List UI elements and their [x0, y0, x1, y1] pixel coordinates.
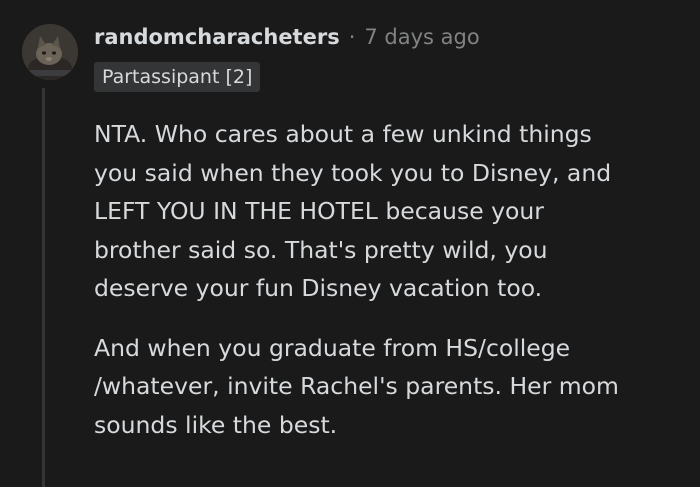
comment-line: /whatever, invite Rachel's parents. Her … [94, 372, 619, 400]
comment-line: deserve your fun Disney vacation too. [94, 274, 543, 302]
username-link[interactable]: randomcharacheters [94, 25, 340, 49]
comment-line: you said when they took you to Disney, a… [94, 158, 612, 187]
comment-line: And when you graduate from HS/college [94, 333, 571, 362]
comment-header: randomcharacheters · 7 days ago [94, 20, 480, 54]
comment: randomcharacheters · 7 days ago Partassi… [0, 0, 700, 487]
comment-paragraph: And when you graduate from HS/college /w… [94, 329, 684, 445]
cat-avatar-icon [22, 24, 78, 80]
comment-timestamp[interactable]: 7 days ago [364, 25, 479, 49]
comment-line: sounds like the best. [94, 410, 338, 439]
thread-collapse-line[interactable] [42, 88, 45, 487]
comment-body: NTA. Who cares about a few unkind things… [94, 115, 684, 444]
comment-line: brother said so. That's pretty wild, you [94, 235, 548, 264]
meta-separator: · [348, 25, 356, 49]
user-avatar[interactable] [22, 24, 78, 80]
comment-paragraph: NTA. Who cares about a few unkind things… [94, 115, 684, 308]
user-flair: Partassipant [2] [94, 62, 261, 92]
comment-line: LEFT YOU IN THE HOTEL because your [94, 197, 544, 225]
comment-line: NTA. Who cares about a few unkind things [94, 120, 592, 148]
